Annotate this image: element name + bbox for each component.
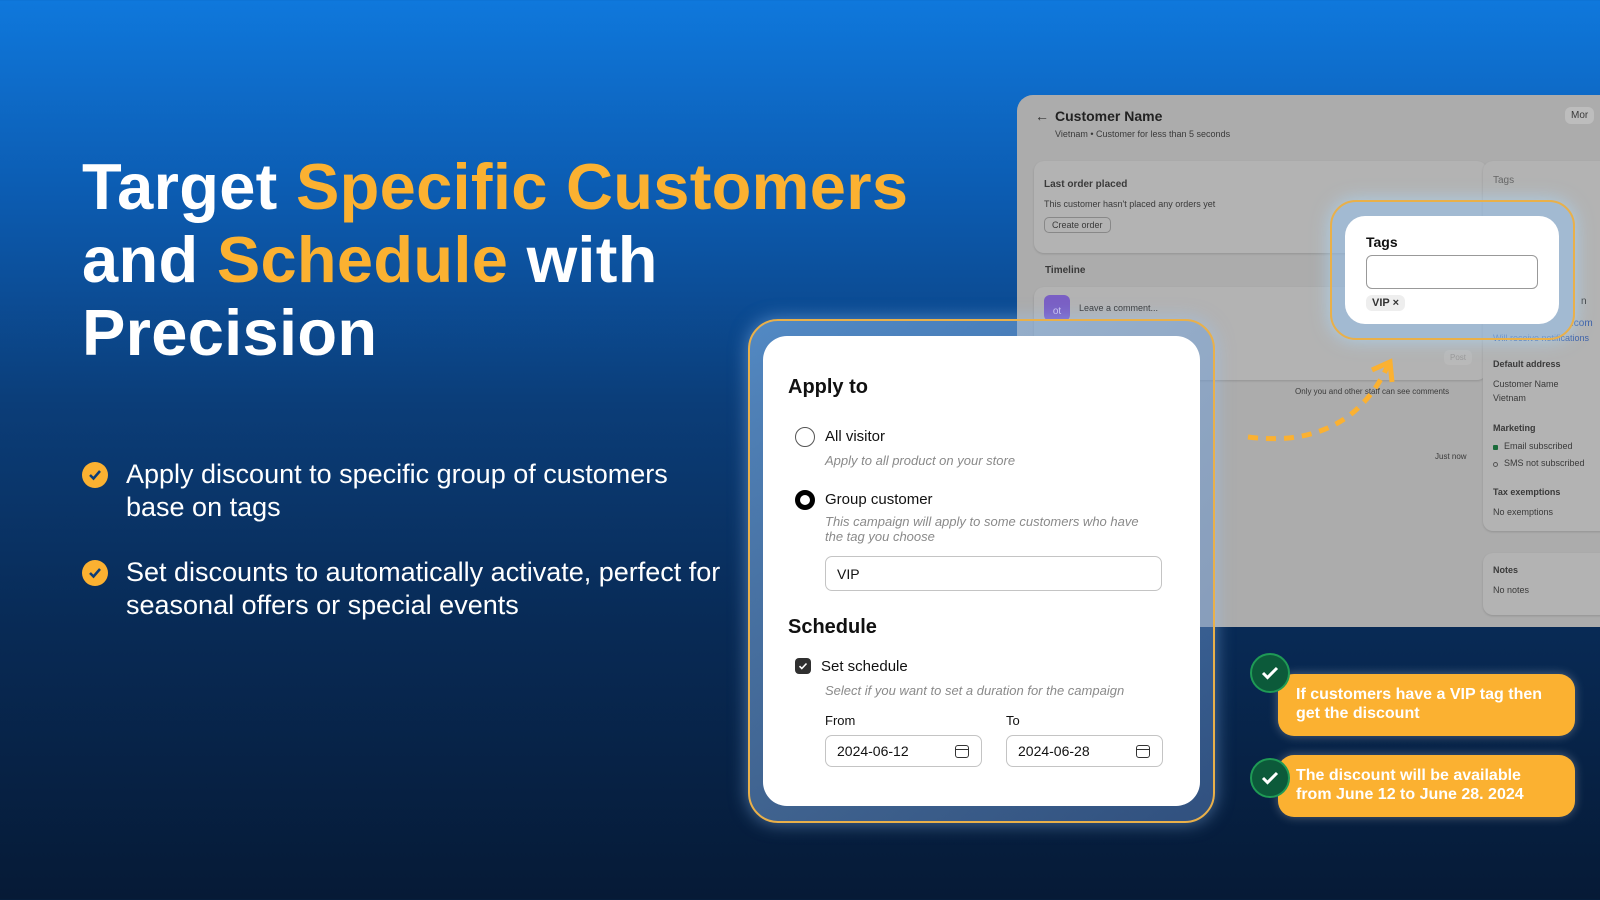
last-order-heading: Last order placed [1044, 179, 1128, 190]
to-date-value: 2024-06-28 [1018, 743, 1090, 759]
tag-input-value: VIP [837, 565, 860, 582]
vip-tag-chip: VIP × [1366, 295, 1406, 311]
group-customer-label[interactable]: Group customer [825, 491, 933, 508]
email-subscribed: Email subscribed [1504, 441, 1573, 451]
last-order-text: This customer hasn't placed any orders y… [1044, 199, 1216, 209]
address-name: Customer Name [1493, 379, 1559, 389]
set-schedule-label[interactable]: Set schedule [821, 658, 908, 675]
note-text: The discount will be available from June… [1296, 767, 1524, 803]
group-customer-hint: This campaign will apply to some custome… [825, 514, 1139, 529]
tags-popup: Tags VIP × [1345, 216, 1559, 324]
campaign-form-card: Apply to All visitor Apply to all produc… [763, 336, 1200, 806]
bullet-item: Set discounts to automatically activate,… [82, 556, 732, 622]
tags-input[interactable] [1366, 255, 1538, 289]
comment-input[interactable]: Leave a comment... [1079, 303, 1158, 313]
from-label: From [825, 713, 856, 728]
marketing-label: Marketing [1493, 423, 1536, 433]
to-date-input[interactable]: 2024-06-28 [1006, 735, 1163, 767]
bullet-text: Set discounts to automatically activate,… [126, 557, 721, 620]
check-icon [1250, 653, 1290, 693]
from-date-input[interactable]: 2024-06-12 [825, 735, 982, 767]
sidebar-tags-label: Tags [1493, 175, 1515, 186]
sms-status-dot-icon [1493, 462, 1498, 467]
set-schedule-checkbox[interactable] [795, 658, 811, 674]
check-icon [82, 560, 108, 586]
sms-not-subscribed: SMS not subscribed [1504, 458, 1585, 468]
calendar-icon[interactable] [1136, 745, 1150, 758]
from-date-value: 2024-06-12 [837, 743, 909, 759]
more-actions-button[interactable]: Mor [1565, 107, 1595, 124]
notes-card: Notes No notes [1483, 553, 1600, 615]
default-address-label: Default address [1493, 359, 1561, 369]
timeline-time: Just now [1435, 452, 1467, 461]
tax-label: Tax exemptions [1493, 487, 1561, 497]
schedule-heading: Schedule [788, 616, 877, 638]
tag-input[interactable]: VIP [825, 556, 1162, 591]
all-visitor-hint: Apply to all product on your store [825, 453, 1016, 468]
customer-subtitle: Vietnam • Customer for less than 5 secon… [1055, 129, 1231, 139]
set-schedule-hint: Select if you want to set a duration for… [825, 683, 1125, 698]
schedule-note: The discount will be available from June… [1278, 755, 1575, 817]
hero-text: with [508, 223, 658, 296]
remove-tag-icon[interactable]: × [1393, 297, 1399, 309]
post-button[interactable]: Post [1444, 350, 1473, 365]
note-text: If customers have a VIP tag then get the… [1296, 686, 1543, 722]
apply-to-heading: Apply to [788, 376, 868, 398]
customer-title: Customer Name [1055, 108, 1163, 124]
group-customer-radio[interactable] [795, 490, 815, 510]
timeline-heading: Timeline [1045, 265, 1086, 276]
address-country: Vietnam [1493, 393, 1526, 403]
contact-text: n [1581, 296, 1587, 307]
all-visitor-label[interactable]: All visitor [825, 428, 885, 445]
notes-label: Notes [1493, 565, 1519, 575]
check-icon [1250, 758, 1290, 798]
all-visitor-radio[interactable] [795, 427, 815, 447]
vip-note: If customers have a VIP tag then get the… [1278, 674, 1575, 736]
bullet-item: Apply discount to specific group of cust… [82, 458, 732, 524]
avatar: ot [1044, 295, 1070, 321]
hero-text: and [82, 223, 217, 296]
notes-value: No notes [1493, 585, 1530, 595]
back-arrow-icon[interactable]: ← [1035, 108, 1049, 124]
check-icon [82, 462, 108, 488]
hero-highlight: Schedule [216, 223, 509, 296]
create-order-button[interactable]: Create order [1044, 217, 1111, 233]
group-customer-hint: the tag you choose [825, 529, 935, 544]
bullet-text: Apply discount to specific group of cust… [126, 459, 668, 522]
chip-label: VIP [1372, 297, 1390, 309]
hero-text: Target [82, 150, 296, 223]
hero-highlight: Specific Customers [296, 150, 909, 223]
calendar-icon[interactable] [955, 745, 969, 758]
tags-title: Tags [1366, 234, 1398, 250]
to-label: To [1006, 713, 1020, 728]
tax-value: No exemptions [1493, 507, 1554, 517]
dashed-arrow-icon [1247, 358, 1395, 442]
email-status-dot-icon [1493, 445, 1498, 450]
